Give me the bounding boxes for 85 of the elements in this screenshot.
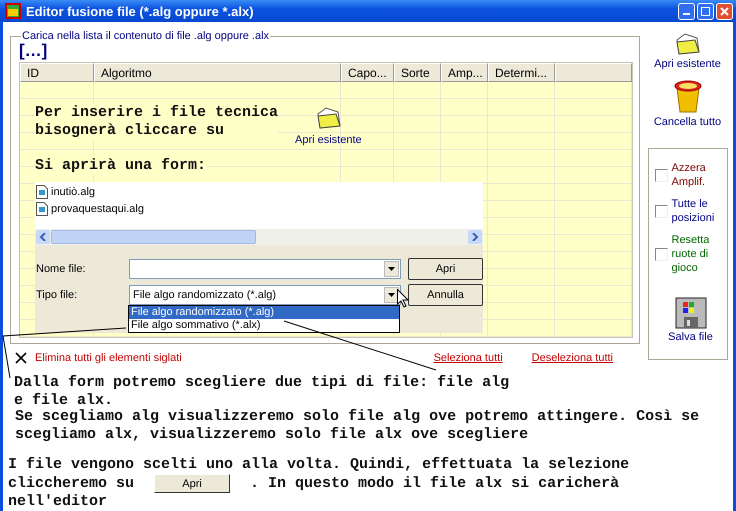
file-name-label: Nome file: [35, 263, 87, 275]
table-cell [488, 167, 555, 184]
table-cell [441, 99, 488, 116]
table-cell [341, 82, 394, 99]
dropdown-option[interactable]: File algo sommativo (*.alx) [129, 319, 399, 332]
tutorial-text: . In questo modo il file alx si caricherà [250, 474, 620, 492]
column-header[interactable]: Determi... [488, 63, 555, 82]
checkbox[interactable] [654, 204, 668, 218]
tutorial-paragraph: Dalla form potremo scegliere due tipi di file: file alg e file alx. [14, 374, 510, 409]
horizontal-scrollbar[interactable] [35, 229, 483, 245]
app-icon [5, 3, 21, 19]
table-cell [441, 150, 488, 167]
table-cell [488, 303, 555, 320]
option-label: Resetta ruote di gioco [672, 233, 710, 275]
tutorial-text: Per inserire i file tecnica bisognerà cliccare su [35, 104, 278, 140]
folder-icon[interactable] [674, 32, 700, 56]
checkbox[interactable] [654, 168, 668, 182]
file-type-dropdown[interactable]: File algo randomizzato (*.alg) [129, 285, 401, 305]
table-cell [341, 116, 394, 133]
tutorial-text: I file vengono scelti uno alla volta. Quindi, effettuata la selezione [8, 456, 630, 474]
table-cell [394, 99, 441, 116]
table-cell [441, 82, 488, 99]
table-cell [441, 133, 488, 150]
tutorial-text: nell'editor [8, 493, 108, 511]
dropdown-option[interactable]: File algo randomizzato (*.alg) [129, 306, 399, 319]
tutorial-text: Si aprirà una form: [35, 157, 206, 175]
file-name[interactable]: inutiò.alg [51, 186, 96, 198]
table-cell [341, 99, 394, 116]
table-cell [488, 286, 555, 303]
table-cell [394, 82, 441, 99]
column-header[interactable]: ID [20, 63, 94, 82]
open-existing-label[interactable]: Apri esistente [654, 58, 721, 70]
close-icon [720, 6, 729, 16]
table-cell [488, 252, 555, 269]
minimize-button[interactable] [678, 2, 695, 20]
folder-icon [316, 106, 342, 130]
table-cell [394, 116, 441, 133]
bucket-icon[interactable] [674, 80, 702, 114]
group-legend: Carica nella lista il contenuto di file .alg oppure .alx [21, 30, 270, 42]
checkbox[interactable] [654, 248, 668, 260]
table-cell [488, 184, 555, 201]
dropdown-icon[interactable] [384, 261, 399, 277]
minimize-icon [683, 13, 690, 15]
table-cell [488, 320, 555, 337]
column-header[interactable] [555, 63, 632, 82]
tutorial-paragraph: Se scegliamo alg visualizzeremo solo file alg ove potremo attingere. Così se scegliamo alx, visualizzeremo solo file alx ove scegliere [14, 408, 700, 444]
window-title: Editor fusione file (*.alg oppure *.alx) [26, 4, 255, 18]
deselect-all-link[interactable]: Deseleziona tutti [532, 352, 613, 364]
table-cell [488, 150, 555, 167]
maximize-button[interactable] [697, 2, 714, 20]
cancel-button[interactable]: Annulla [408, 284, 483, 306]
table-cell [488, 133, 555, 150]
file-name-field[interactable] [129, 259, 401, 279]
scroll-left-icon[interactable] [36, 230, 50, 244]
column-header[interactable]: Amp... [441, 63, 488, 82]
table-cell [488, 235, 555, 252]
table-cell [488, 99, 555, 116]
select-all-link[interactable]: Seleziona tutti [434, 352, 503, 364]
table-cell [488, 269, 555, 286]
column-header[interactable]: Algoritmo [94, 63, 341, 82]
file-name[interactable]: provaquestaqui.alg [51, 202, 144, 214]
open-button[interactable]: Apri [408, 258, 483, 280]
file-type-label: Tipo file: [35, 289, 78, 301]
tutorial-text: cliccheremo su [8, 474, 134, 492]
table-cell [488, 201, 555, 218]
open-existing-label: Apri esistente [295, 134, 362, 146]
table-cell [488, 82, 555, 99]
table-cell [488, 218, 555, 235]
option-label: Azzera Amplif. [672, 161, 707, 189]
open-button[interactable]: Apri [154, 474, 230, 493]
scroll-thumb[interactable] [51, 230, 256, 244]
clear-all-label[interactable]: Cancella tutto [654, 116, 722, 128]
column-header[interactable]: Capo... [341, 63, 394, 82]
scroll-right-icon[interactable] [468, 230, 482, 244]
option-label: Tutte le posizioni [672, 197, 716, 225]
table-cell [488, 116, 555, 133]
close-button[interactable] [716, 2, 733, 20]
save-file-label[interactable]: Salva file [668, 331, 713, 343]
table-cell [394, 133, 441, 150]
column-header[interactable]: Sorte [394, 63, 441, 82]
maximize-icon [701, 6, 710, 16]
table-cell [441, 116, 488, 133]
delete-marked-label[interactable]: Elimina tutti gli elementi siglati [35, 352, 434, 364]
indicator-text: […] [19, 42, 48, 62]
delete-icon[interactable] [15, 352, 27, 364]
